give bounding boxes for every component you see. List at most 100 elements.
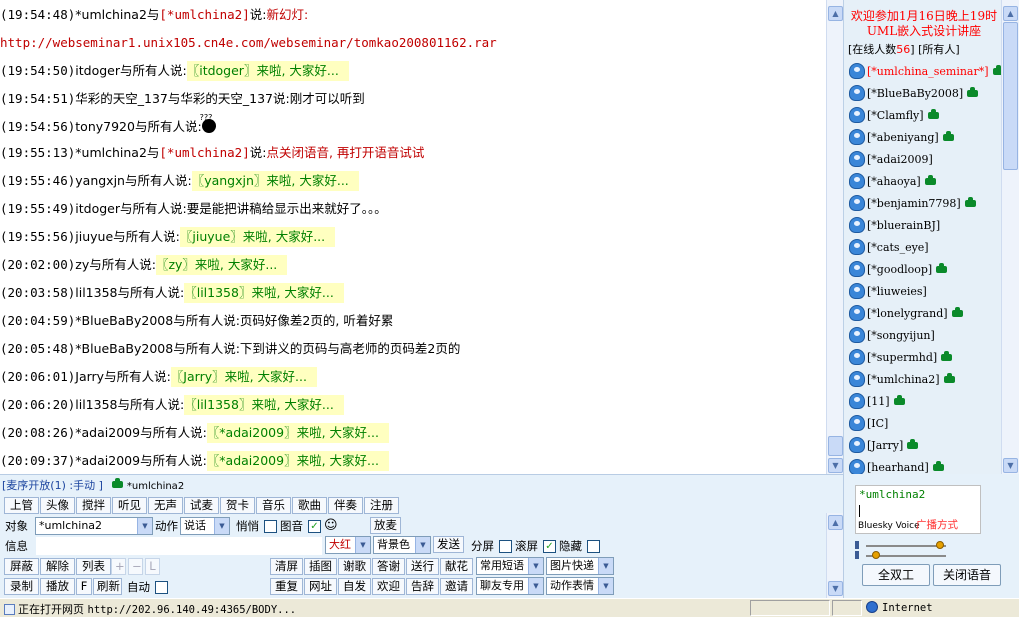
all-users-link[interactable]: ] [所有人]: [910, 43, 959, 56]
user-list-item[interactable]: [*cats_eye]: [849, 237, 929, 257]
background-color-select[interactable]: 背景色 ▼: [373, 536, 431, 554]
scrollbar-thumb[interactable]: [828, 436, 843, 456]
message-sender[interactable]: tony7920: [75, 119, 135, 134]
user-list-item[interactable]: [*umlchina_seminar*]: [849, 61, 1004, 81]
user-list-item[interactable]: [*goodloop]: [849, 259, 948, 279]
message-sender[interactable]: *adai2009: [75, 425, 140, 440]
auto-checkbox[interactable]: [155, 581, 168, 594]
control-button[interactable]: 解除: [40, 558, 75, 575]
control-button[interactable]: 送行: [406, 558, 439, 575]
user-list-item[interactable]: [*umlchina2]: [849, 369, 955, 389]
control-button[interactable]: 注册: [364, 497, 399, 514]
user-list-item[interactable]: [*songyijun]: [849, 325, 935, 345]
user-list-item[interactable]: [*BlueBaBy2008]: [849, 83, 979, 103]
full-duplex-button[interactable]: 全双工: [862, 564, 930, 586]
message-sender[interactable]: Jarry: [75, 369, 104, 384]
control-button[interactable]: 答谢: [372, 558, 405, 575]
message-sender[interactable]: *BlueBaBy2008: [75, 341, 173, 356]
message-sender[interactable]: yangxjn: [75, 173, 125, 188]
message-recipient[interactable]: [*umlchina2]: [159, 7, 249, 22]
user-scrollbar-thumb[interactable]: [1003, 22, 1018, 170]
control-button[interactable]: 自发: [338, 578, 371, 595]
control-button[interactable]: 重复: [270, 578, 303, 595]
control-button[interactable]: 贺卡: [220, 497, 255, 514]
user-list-item[interactable]: [11]: [849, 391, 905, 411]
smiley-icon[interactable]: ☺: [324, 517, 338, 534]
user-list-item[interactable]: [*Clamfly]: [849, 105, 939, 125]
control-scroll-down-icon[interactable]: ▼: [828, 581, 843, 596]
emote-select[interactable]: 动作表情 ▼: [546, 577, 614, 595]
message-sender[interactable]: 华彩的天空_137: [75, 91, 168, 106]
mic-user[interactable]: *umlchina2: [127, 481, 184, 492]
chat-messages-panel[interactable]: (19:54:48)*umlchina2与[*umlchina2]说:新幻灯: h…: [0, 0, 826, 474]
control-button[interactable]: 试麦: [184, 497, 219, 514]
user-list-scrollbar[interactable]: ▲ ▼: [1001, 0, 1019, 474]
control-button[interactable]: 谢歌: [338, 558, 371, 575]
image-sound-checkbox[interactable]: ✓: [308, 520, 321, 533]
message-sender[interactable]: *umlchina2: [75, 7, 147, 22]
minus-icon[interactable]: −: [128, 558, 143, 575]
action-select[interactable]: 说话 ▼: [180, 517, 230, 535]
user-list-item[interactable]: [*adai2009]: [849, 149, 933, 169]
control-button[interactable]: 告辞: [406, 578, 439, 595]
user-list-item[interactable]: [hearhand]: [849, 457, 944, 474]
control-button[interactable]: 无声: [148, 497, 183, 514]
user-list-item[interactable]: [*liuweies]: [849, 281, 927, 301]
control-button[interactable]: 网址: [304, 578, 337, 595]
chat-link[interactable]: http://webseminar1.unix105.cn4e.com/webs…: [0, 35, 497, 50]
target-select[interactable]: *umlchina2 ▼: [35, 517, 153, 535]
user-list-item[interactable]: [*bluerainBJ]: [849, 215, 940, 235]
hide-checkbox[interactable]: [587, 540, 600, 553]
control-button[interactable]: 伴奏: [328, 497, 363, 514]
user-list-item[interactable]: [Jarry]: [849, 435, 919, 455]
message-sender[interactable]: lil1358: [75, 285, 117, 300]
control-button[interactable]: 头像: [40, 497, 75, 514]
send-button[interactable]: 发送: [433, 536, 464, 553]
control-button[interactable]: 列表: [76, 558, 111, 575]
user-scroll-up-icon[interactable]: ▲: [1003, 6, 1018, 21]
chat-scrollbar[interactable]: ▲ ▼: [826, 0, 843, 474]
message-recipient[interactable]: [*umlchina2]: [159, 145, 249, 160]
control-button[interactable]: 听见: [112, 497, 147, 514]
message-input[interactable]: [35, 536, 323, 556]
control-scroll-up-icon[interactable]: ▲: [828, 515, 843, 530]
scroll-down-arrow-icon[interactable]: ▼: [828, 458, 843, 473]
message-sender[interactable]: *BlueBaBy2008: [75, 313, 173, 328]
user-list-item[interactable]: [*ahaoya]: [849, 171, 936, 191]
scroll-up-arrow-icon[interactable]: ▲: [828, 6, 843, 21]
font-color-select[interactable]: 大红 ▼: [325, 536, 371, 554]
speaker-volume-knob[interactable]: [936, 541, 944, 549]
release-mic-button[interactable]: 放麦: [370, 517, 401, 534]
lock-l-icon[interactable]: L: [145, 558, 160, 575]
user-list-item[interactable]: [*benjamin7798]: [849, 193, 976, 213]
whisper-checkbox[interactable]: [264, 520, 277, 533]
phrases-select[interactable]: 常用短语 ▼: [476, 557, 544, 575]
control-button[interactable]: 邀请: [440, 578, 473, 595]
message-sender[interactable]: *umlchina2: [75, 145, 147, 160]
control-button[interactable]: 欢迎: [372, 578, 405, 595]
user-list-item[interactable]: [*supermhd]: [849, 347, 953, 367]
close-voice-button[interactable]: 关闭语音: [933, 564, 1001, 586]
message-sender[interactable]: itdoger: [75, 63, 120, 78]
message-sender[interactable]: *adai2009: [75, 453, 140, 468]
message-sender[interactable]: jiuyue: [75, 229, 113, 244]
user-list-item[interactable]: [*lonelygrand]: [849, 303, 963, 323]
control-button[interactable]: 插图: [304, 558, 337, 575]
control-button[interactable]: 播放: [40, 578, 75, 595]
control-button[interactable]: 献花: [440, 558, 473, 575]
friends-select[interactable]: 聊友专用 ▼: [476, 577, 544, 595]
control-button[interactable]: 录制: [4, 578, 39, 595]
control-button[interactable]: F: [76, 578, 92, 595]
control-button[interactable]: 屏蔽: [4, 558, 39, 575]
control-button[interactable]: 刷新: [93, 578, 122, 595]
split-screen-checkbox[interactable]: [499, 540, 512, 553]
message-sender[interactable]: itdoger: [75, 201, 120, 216]
message-sender[interactable]: zy: [75, 257, 89, 272]
control-button[interactable]: 歌曲: [292, 497, 327, 514]
control-button[interactable]: 搅拌: [76, 497, 111, 514]
image-express-select[interactable]: 图片快递 ▼: [546, 557, 614, 575]
user-list-item[interactable]: [IC]: [849, 413, 888, 433]
control-scrollbar[interactable]: ▲ ▼: [826, 513, 843, 599]
control-button[interactable]: 上管: [4, 497, 39, 514]
message-sender[interactable]: lil1358: [75, 397, 117, 412]
